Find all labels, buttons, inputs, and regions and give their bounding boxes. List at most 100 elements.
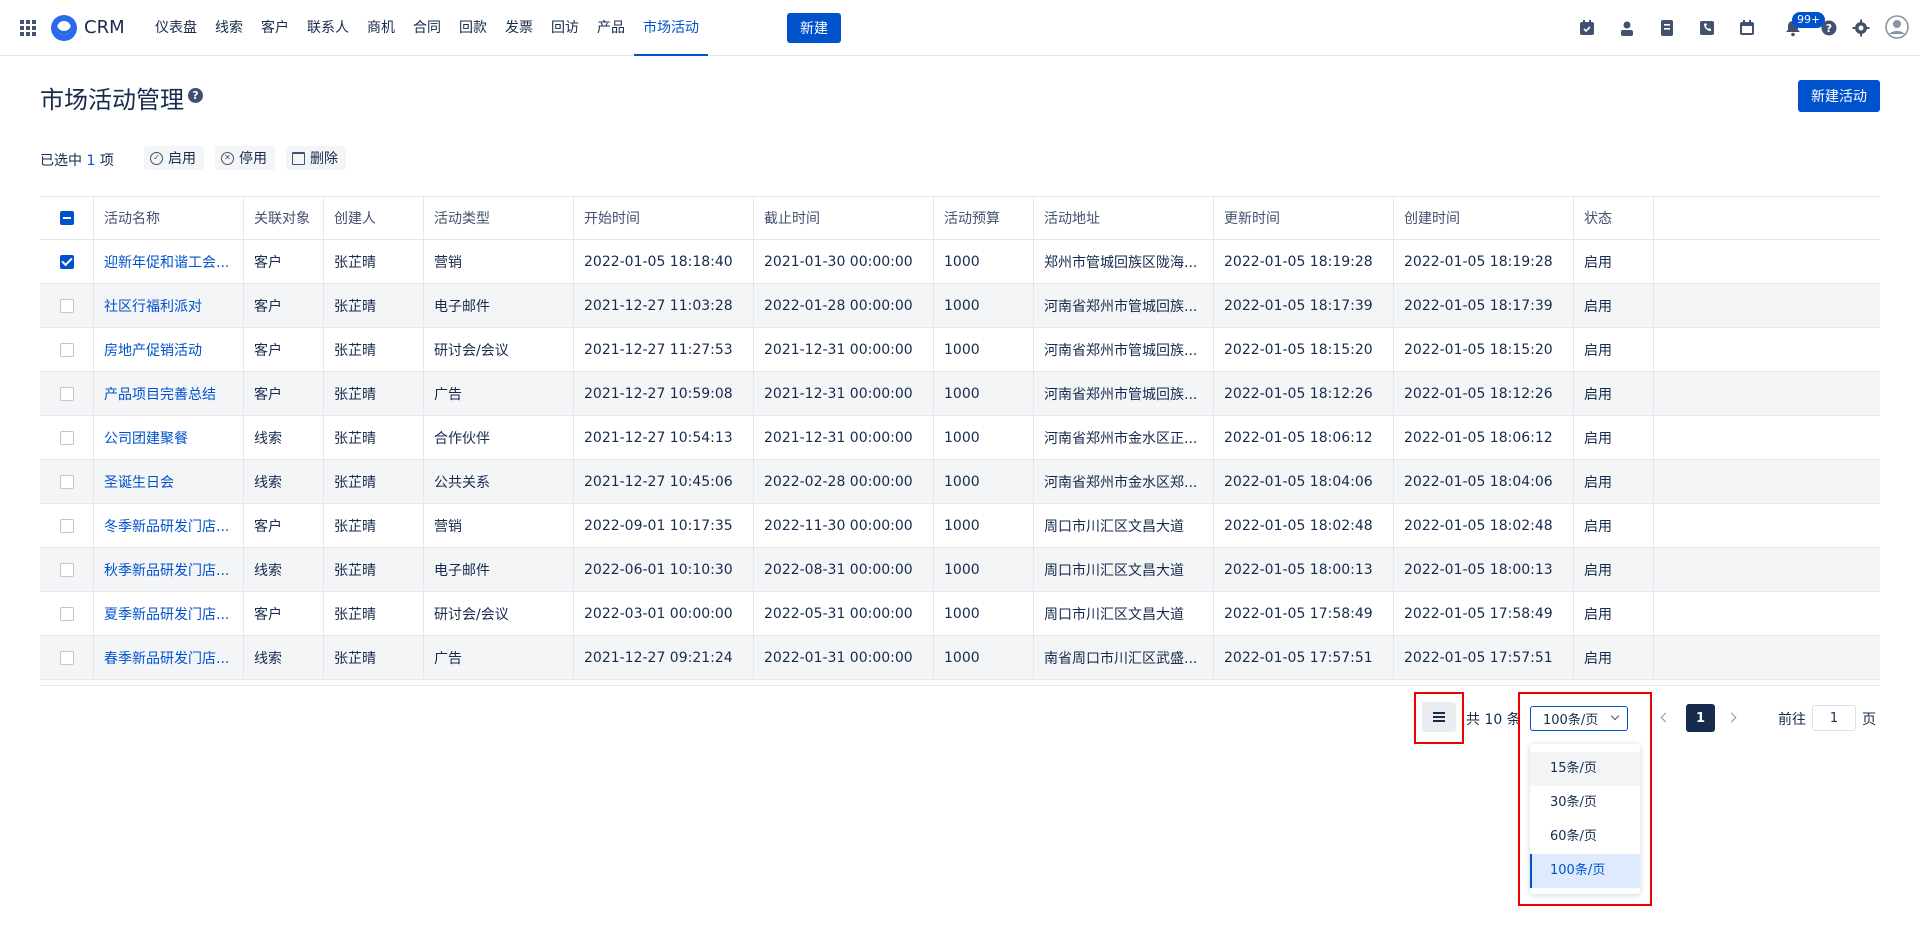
- document-icon[interactable]: [1658, 19, 1676, 37]
- row-checkbox[interactable]: [59, 474, 74, 489]
- column-header[interactable]: 活动类型: [424, 197, 574, 239]
- table-row[interactable]: 社区行福利派对 客户 张芷晴 电子邮件 2021-12-27 11:03:28 2022-…: [40, 284, 1880, 328]
- calendar-icon[interactable]: [1738, 19, 1756, 37]
- page-size-option[interactable]: 100条/页: [1530, 854, 1640, 888]
- app-grid-icon[interactable]: [20, 20, 36, 36]
- cell-relation: 客户: [244, 372, 324, 415]
- cell-start: 2022-09-01 10:17:35: [574, 504, 754, 547]
- activity-name-link[interactable]: 夏季新品研发门店...: [94, 592, 244, 635]
- select-all-checkbox[interactable]: [59, 211, 74, 225]
- cell-creator: 张芷晴: [324, 504, 424, 547]
- cell-updated: 2022-01-05 18:15:20: [1214, 328, 1394, 371]
- phone-icon[interactable]: [1698, 19, 1716, 37]
- nav-item[interactable]: 线索: [206, 0, 252, 56]
- cell-start: 2022-06-01 10:10:30: [574, 548, 754, 591]
- activity-name-link[interactable]: 秋季新品研发门店...: [94, 548, 244, 591]
- svg-text:?: ?: [1826, 22, 1832, 35]
- column-header[interactable]: 截止时间: [754, 197, 934, 239]
- activity-name-link[interactable]: 冬季新品研发门店...: [94, 504, 244, 547]
- activity-name-link[interactable]: 产品项目完善总结: [94, 372, 244, 415]
- column-header[interactable]: 创建人: [324, 197, 424, 239]
- table-row[interactable]: 冬季新品研发门店... 客户 张芷晴 营销 2022-09-01 10:17:35 202…: [40, 504, 1880, 548]
- nav-item[interactable]: 客户: [252, 0, 298, 56]
- nav-item[interactable]: 商机: [358, 0, 404, 56]
- task-icon[interactable]: [1578, 19, 1596, 37]
- page-size-option[interactable]: 15条/页: [1530, 752, 1640, 786]
- activity-name-link[interactable]: 迎新年促和谐工会...: [94, 240, 244, 283]
- page-size-option[interactable]: 30条/页: [1530, 786, 1640, 820]
- row-checkbox[interactable]: [59, 254, 74, 269]
- column-settings-button[interactable]: [1422, 702, 1456, 732]
- table-row[interactable]: 产品项目完善总结 客户 张芷晴 广告 2021-12-27 10:59:08 2021-1…: [40, 372, 1880, 416]
- cell-start: 2021-12-27 09:21:24: [574, 636, 754, 679]
- enable-label: 启用: [168, 151, 196, 167]
- cell-end: 2022-08-31 00:00:00: [754, 548, 934, 591]
- nav-item[interactable]: 市场活动: [634, 0, 708, 56]
- row-checkbox[interactable]: [59, 342, 74, 357]
- page-number-current[interactable]: 1: [1686, 704, 1715, 732]
- table-row[interactable]: 秋季新品研发门店... 线索 张芷晴 电子邮件 2022-06-01 10:10:30 2…: [40, 548, 1880, 592]
- cell-status: 启用: [1574, 328, 1654, 371]
- enable-button[interactable]: ✓ 启用: [144, 146, 204, 170]
- column-header[interactable]: 活动名称: [94, 197, 244, 239]
- table-row[interactable]: 圣诞生日会 线索 张芷晴 公共关系 2021-12-27 10:45:06 2022-02…: [40, 460, 1880, 504]
- activity-name-link[interactable]: 房地产促销活动: [94, 328, 244, 371]
- nav-item[interactable]: 产品: [588, 0, 634, 56]
- row-checkbox[interactable]: [59, 606, 74, 621]
- delete-button[interactable]: 删除: [286, 146, 346, 170]
- table-row[interactable]: 迎新年促和谐工会... 客户 张芷晴 营销 2022-01-05 18:18:40 202…: [40, 240, 1880, 284]
- disable-button[interactable]: ✕ 停用: [215, 146, 275, 170]
- help-icon[interactable]: ?: [1820, 19, 1838, 37]
- activity-name-link[interactable]: 社区行福利派对: [94, 284, 244, 327]
- cell-end: 2022-05-31 00:00:00: [754, 592, 934, 635]
- goto-suffix: 页: [1862, 712, 1876, 728]
- column-header[interactable]: 更新时间: [1214, 197, 1394, 239]
- activity-name-link[interactable]: 圣诞生日会: [94, 460, 244, 503]
- row-checkbox[interactable]: [59, 430, 74, 445]
- cell-relation: 线索: [244, 416, 324, 459]
- column-header[interactable]: 创建时间: [1394, 197, 1574, 239]
- cell-creator: 张芷晴: [324, 416, 424, 459]
- cell-status: 启用: [1574, 592, 1654, 635]
- row-checkbox[interactable]: [59, 386, 74, 401]
- table-row[interactable]: 春季新品研发门店... 线索 张芷晴 广告 2021-12-27 09:21:24 202…: [40, 636, 1880, 680]
- column-header[interactable]: 活动地址: [1034, 197, 1214, 239]
- cell-end: 2021-12-31 00:00:00: [754, 372, 934, 415]
- cell-budget: 1000: [934, 284, 1034, 327]
- nav-item[interactable]: 发票: [496, 0, 542, 56]
- cell-start: 2021-12-27 10:59:08: [574, 372, 754, 415]
- nav-item[interactable]: 仪表盘: [146, 0, 206, 56]
- table-row[interactable]: 夏季新品研发门店... 客户 张芷晴 研讨会/会议 2022-03-01 00:00:0…: [40, 592, 1880, 636]
- table-row[interactable]: 房地产促销活动 客户 张芷晴 研讨会/会议 2021-12-27 11:27:53 202…: [40, 328, 1880, 372]
- row-checkbox[interactable]: [59, 298, 74, 313]
- title-help-icon[interactable]: ?: [188, 88, 203, 103]
- activity-name-link[interactable]: 春季新品研发门店...: [94, 636, 244, 679]
- column-header[interactable]: 状态: [1574, 197, 1654, 239]
- create-activity-button[interactable]: 新建活动: [1798, 80, 1880, 112]
- activity-name-link[interactable]: 公司团建聚餐: [94, 416, 244, 459]
- customer-icon[interactable]: [1618, 19, 1636, 37]
- global-new-button[interactable]: 新建: [787, 13, 841, 43]
- column-header[interactable]: 关联对象: [244, 197, 324, 239]
- goto-page-input[interactable]: [1812, 705, 1856, 731]
- next-page-button[interactable]: [1724, 708, 1744, 728]
- row-checkbox-cell: [40, 284, 94, 327]
- nav-item[interactable]: 回访: [542, 0, 588, 56]
- row-checkbox[interactable]: [59, 562, 74, 577]
- column-header[interactable]: 开始时间: [574, 197, 754, 239]
- page-size-option[interactable]: 60条/页: [1530, 820, 1640, 854]
- user-avatar[interactable]: [1885, 15, 1909, 39]
- settings-gear-icon[interactable]: [1852, 19, 1870, 37]
- page-size-select[interactable]: 100条/页: [1530, 706, 1628, 731]
- nav-item[interactable]: 回款: [450, 0, 496, 56]
- row-checkbox[interactable]: [59, 518, 74, 533]
- cell-created: 2022-01-05 18:02:48: [1394, 504, 1574, 547]
- nav-item[interactable]: 合同: [404, 0, 450, 56]
- nav-item[interactable]: 联系人: [298, 0, 358, 56]
- cell-start: 2021-12-27 11:03:28: [574, 284, 754, 327]
- prev-page-button[interactable]: [1654, 708, 1674, 728]
- row-checkbox-cell: [40, 372, 94, 415]
- row-checkbox[interactable]: [59, 650, 74, 665]
- table-row[interactable]: 公司团建聚餐 线索 张芷晴 合作伙伴 2021-12-27 10:54:13 2021-1…: [40, 416, 1880, 460]
- column-header[interactable]: 活动预算: [934, 197, 1034, 239]
